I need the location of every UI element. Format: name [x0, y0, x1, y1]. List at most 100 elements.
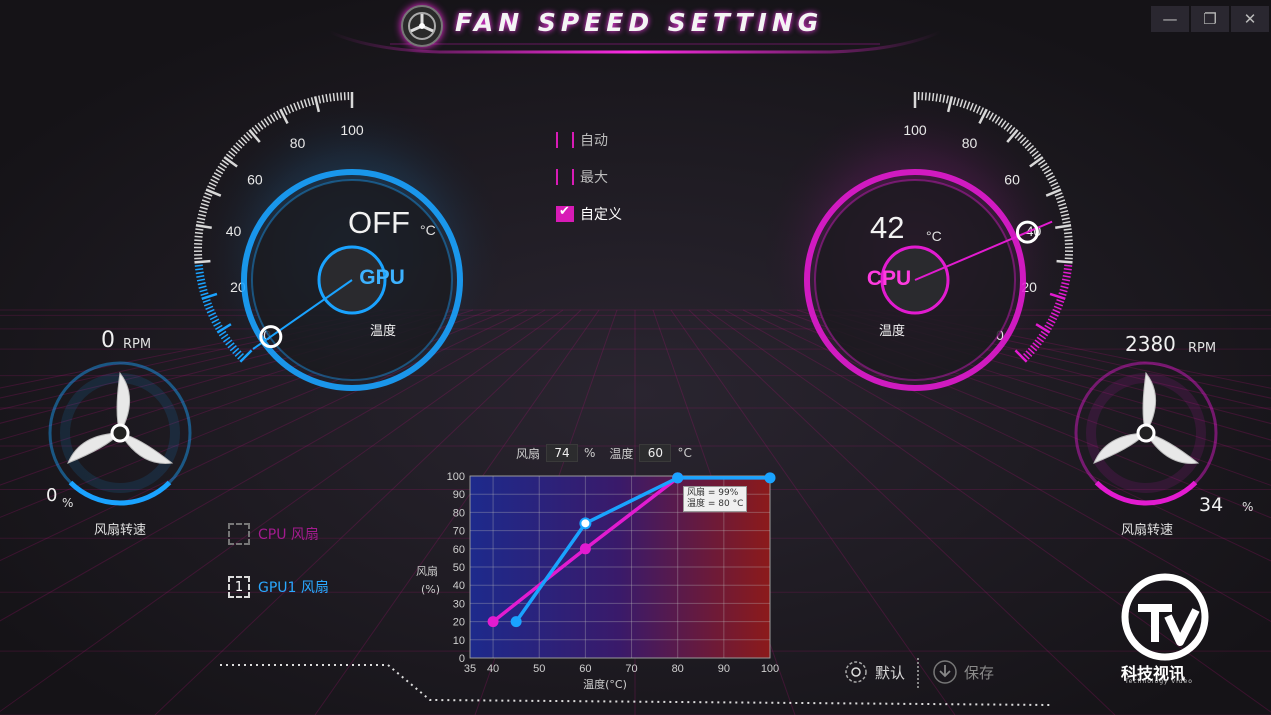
y-tick-label: 50: [453, 562, 465, 574]
gpu-fan-widget: [48, 361, 192, 506]
y-tick-label: 70: [453, 526, 465, 538]
minimize-button[interactable]: —: [1151, 6, 1189, 32]
watermark-subtext: Technology video: [1125, 678, 1193, 685]
cpu-fan-rpm-value: 2380: [1125, 332, 1176, 356]
mode-option[interactable]: 最大: [556, 167, 608, 187]
gpu-fan-rpm-value: 0: [101, 328, 115, 353]
gpu-temp-value: OFF: [348, 205, 410, 240]
default-button-label: 默认: [875, 663, 906, 682]
gpu-fan-rpm-unit: RPM: [123, 337, 152, 352]
y-tick-label: 40: [453, 580, 465, 592]
gauge-tick: [194, 259, 211, 264]
cpu-temp-unit: °C: [926, 228, 942, 244]
gpu-fan-caption: 风扇转速: [94, 523, 147, 538]
gauge-tick: [1063, 228, 1072, 231]
x-tick-label: 60: [579, 663, 591, 675]
y-tick-label: 0: [459, 653, 465, 665]
x-tick-label: 70: [625, 663, 637, 675]
gauge-tick: [1063, 268, 1072, 271]
gauge-tick: [1064, 239, 1073, 242]
cpu-fan-percent-unit: %: [1242, 500, 1254, 514]
mode-option-label: 最大: [580, 170, 608, 186]
gpu-fan-percent-value: 0: [46, 485, 58, 506]
y-tick-label: 80: [453, 507, 465, 519]
gauge-tick: [194, 235, 203, 238]
gauge-tick-label: 100: [340, 122, 364, 138]
curve-readout: 风扇 74 % 温度 60 °C: [516, 444, 692, 462]
x-tick-label: 80: [672, 663, 684, 675]
temp-label: 温度: [609, 446, 634, 461]
series-point: [672, 472, 684, 484]
download-icon: [933, 660, 957, 684]
gauge-tick: [332, 93, 336, 102]
gauge-tick: [194, 264, 203, 267]
gpu-temp-unit: °C: [420, 222, 436, 238]
gauge-tick: [924, 92, 927, 101]
close-button[interactable]: ✕: [1231, 6, 1269, 32]
y-tick-label: 100: [447, 471, 465, 483]
gpu-badge: GPU: [359, 266, 405, 289]
gpu1-chip-icon: 1: [228, 576, 250, 598]
gauge-tick-label: 60: [1004, 171, 1020, 187]
cpu-fan-rpm-unit: RPM: [1188, 341, 1217, 356]
gauge-tick: [1064, 264, 1073, 267]
cpu-fan-percent-value: 34: [1199, 494, 1224, 516]
gauge-tick: [928, 92, 931, 101]
fan-percent-input[interactable]: 74: [546, 444, 579, 462]
cpu-chip-icon: [228, 523, 250, 545]
window-title: FAN SPEED SETTING: [455, 8, 824, 37]
cpu-badge: CPU: [866, 267, 912, 290]
y-tick-label: 30: [453, 598, 465, 610]
save-button-label: 保存: [964, 663, 995, 682]
gauge-tick-label: 40: [226, 223, 242, 239]
app-logo-icon: [401, 5, 443, 47]
mode-option-label: 自动: [580, 133, 608, 149]
gauge-tick: [336, 92, 339, 101]
y-tick-label: 60: [453, 544, 465, 556]
default-button[interactable]: 默认: [843, 659, 905, 685]
tooltip-line-2: 温度 = 80 °C: [687, 499, 744, 509]
gauge-tick: [194, 231, 203, 235]
app-window: FAN SPEED SETTING — ❐ ✕ 0 20 40 60 80 100 OFF…: [0, 0, 1271, 715]
gauge-tick: [1064, 231, 1073, 235]
reset-icon: [845, 661, 867, 683]
series-point: [487, 616, 499, 628]
gauge-tick: [1064, 235, 1073, 238]
gpu1-fan-selector-label: GPU1 风扇: [258, 580, 329, 596]
gauge-tick: [1056, 259, 1073, 264]
fan-hub: [110, 423, 130, 443]
gpu-temperature-gauge: 020406080100: [192, 90, 512, 410]
cpu-fan-widget: [1074, 361, 1218, 506]
tooltip-line-1: 风扇 = 99%: [687, 488, 739, 498]
series-point: [510, 616, 522, 628]
cpu-fan-caption: 风扇转速: [1121, 523, 1174, 538]
gpu1-fan-selector[interactable]: 1 GPU1 风扇: [228, 576, 329, 598]
cpu-fan-selector[interactable]: CPU 风扇: [228, 523, 319, 545]
cpu-temperature-gauge: 020406080100: [755, 90, 1075, 410]
mode-option-label: 自定义: [580, 207, 622, 223]
gauge-tick: [194, 239, 203, 242]
mode-option[interactable]: 自定义: [556, 204, 622, 224]
gpu-fan-percent-unit: %: [62, 496, 74, 510]
gauge-tick: [931, 93, 935, 102]
x-tick-label: 90: [718, 663, 730, 675]
fan-hub: [1136, 423, 1156, 443]
temp-input[interactable]: 60: [639, 444, 672, 462]
fan-label: 风扇: [516, 446, 541, 461]
gauge-tick: [340, 92, 343, 101]
mode-option[interactable]: 自动: [556, 130, 608, 150]
gauge-tick-label: 80: [962, 135, 978, 151]
actions-divider: [917, 658, 919, 688]
y-tick-label: 10: [453, 635, 465, 647]
y-tick-label: 90: [453, 489, 465, 501]
x-tick-label: 50: [533, 663, 545, 675]
y-tick-label: 20: [453, 617, 465, 629]
series-point: [579, 543, 591, 555]
curve-point-tooltip: 风扇 = 99% 温度 = 80 °C: [683, 486, 748, 512]
checkbox-icon[interactable]: [556, 169, 574, 185]
restore-button[interactable]: ❐: [1191, 6, 1229, 32]
save-button[interactable]: 保存: [932, 659, 994, 685]
cpu-temp-value: 42: [870, 210, 905, 245]
checked-checkbox-icon[interactable]: [556, 204, 574, 222]
checkbox-icon[interactable]: [556, 132, 574, 148]
